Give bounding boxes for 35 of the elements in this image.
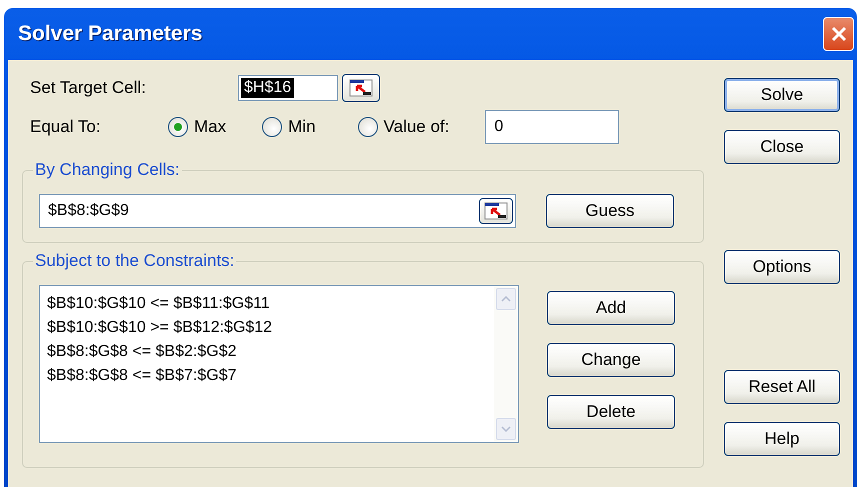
value-of-field[interactable]: 0 — [485, 110, 620, 144]
radio-button[interactable] — [168, 117, 188, 137]
range-picker-icon — [484, 202, 508, 220]
field-value: $H$16 — [241, 78, 294, 98]
constraint-button[interactable]: Change — [547, 343, 675, 377]
close-icon — [830, 25, 848, 43]
constraint-button[interactable]: Delete — [547, 395, 675, 429]
dialog-button[interactable]: Options — [724, 250, 840, 284]
group-title: By Changing Cells: — [34, 160, 181, 180]
constraint-item[interactable]: $B$8:$G$8 <= $B$2:$G$2 — [47, 340, 494, 364]
dialog-button[interactable]: Solve — [724, 78, 840, 112]
window-title: Solver Parameters — [18, 22, 202, 46]
dialog-button[interactable]: Reset All — [724, 370, 840, 404]
changing-cells-field[interactable]: $B$8:$G$9 — [39, 194, 516, 228]
range-picker-icon — [349, 79, 373, 97]
constraint-item[interactable]: $B$10:$G$10 >= $B$12:$G$12 — [47, 316, 494, 340]
dialog-button[interactable]: Help — [724, 422, 840, 456]
constraints-list[interactable]: $B$10:$G$10 <= $B$11:$G$11 $B$10:$G$10 >= $B$12:$G$12 $B$8:$G$8 <= $B$2:$G$2 $B$8:$G$8 <= $B$7:$G$7 — [39, 285, 519, 443]
radio-button[interactable] — [262, 117, 282, 137]
constraint-item[interactable]: $B$10:$G$10 <= $B$11:$G$11 — [47, 292, 494, 316]
guess-button[interactable]: Guess — [546, 194, 674, 228]
field-label: Equal To: — [30, 117, 102, 137]
constraint-button[interactable]: Add — [547, 291, 675, 325]
collapse-dialog-button[interactable] — [479, 198, 513, 224]
collapse-dialog-button[interactable] — [342, 74, 380, 102]
constraint-item[interactable]: $B$8:$G$8 <= $B$7:$G$7 — [47, 364, 494, 388]
field-label: Set Target Cell: — [30, 78, 147, 98]
radio-option[interactable]: Value of: — [358, 117, 450, 137]
group-title: Subject to the Constraints: — [34, 251, 236, 271]
dialog-button[interactable]: Close — [724, 130, 840, 164]
radio-option[interactable]: Min — [262, 117, 316, 137]
target-cell-field[interactable]: $H$16 — [238, 75, 338, 101]
radio-option[interactable]: Max — [168, 117, 226, 137]
radio-button[interactable] — [358, 117, 378, 137]
close-button[interactable] — [823, 17, 854, 51]
